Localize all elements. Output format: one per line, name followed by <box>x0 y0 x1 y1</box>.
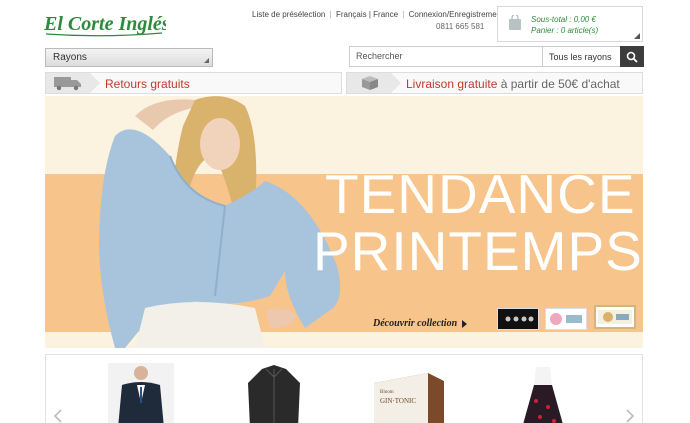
search-scope-select[interactable]: Tous les rayons <box>543 46 620 67</box>
thumbnail-image <box>550 313 582 325</box>
free-returns-text: Retours gratuits <box>105 77 190 91</box>
product-dress-image[interactable] <box>522 363 564 423</box>
search-scope-label: Tous les rayons <box>549 52 612 62</box>
dropdown-corner-icon <box>204 58 209 63</box>
thumbnail-image <box>505 316 534 322</box>
wishlist-link[interactable]: Liste de présélection <box>252 10 325 19</box>
free-delivery-text: Livraison gratuite à partir de 50€ d'ach… <box>406 77 620 91</box>
shopping-bag-icon <box>509 15 521 30</box>
product-suit-image[interactable] <box>108 363 174 423</box>
search-placeholder: Rechercher <box>356 51 403 61</box>
hero-title-line1: TENDANCE <box>325 163 636 225</box>
phone-number: 0811 665 581 <box>436 22 485 31</box>
el-corte-ingles-logo[interactable]: El Corte Inglés <box>44 8 166 38</box>
chevron-left-icon[interactable] <box>54 409 62 423</box>
product-jacket-image[interactable] <box>244 363 304 423</box>
collection-thumbnail[interactable] <box>497 308 539 330</box>
cart-subtotal: Sous-total : 0,00 € <box>531 15 596 24</box>
logo-image: El Corte Inglés <box>44 13 166 37</box>
box-gin-tonic-text: GIN·TONIC <box>380 397 416 405</box>
header-links: Liste de présélection | Français | Franc… <box>252 10 503 19</box>
collection-thumbnail-selected[interactable] <box>594 305 636 329</box>
svg-text:El Corte Inglés: El Corte Inglés <box>44 13 166 35</box>
link-separator: | <box>402 10 405 19</box>
link-separator: | <box>329 10 332 19</box>
model-photo <box>99 96 341 348</box>
search-input[interactable]: Rechercher <box>349 46 543 67</box>
product-carousel: Bloom GIN·TONIC <box>45 354 643 423</box>
free-delivery-banner[interactable]: Livraison gratuite à partir de 50€ d'ach… <box>346 72 643 94</box>
free-delivery-condition: à partir de 50€ d'achat <box>497 77 620 91</box>
login-register-link[interactable]: Connexion/Enregistrement <box>409 10 504 19</box>
thumbnail-image <box>598 310 632 324</box>
free-returns-banner[interactable]: Retours gratuits <box>45 72 342 94</box>
search-button[interactable] <box>620 46 644 67</box>
cart-item-count: Panier : 0 article(s) <box>531 26 599 35</box>
language-country-link[interactable]: Français | France <box>336 10 398 19</box>
corner-arrow-icon <box>634 33 640 39</box>
package-box-icon <box>362 76 378 90</box>
search-icon <box>626 51 638 63</box>
hero-title-line2: PRINTEMPS <box>313 220 643 282</box>
collection-thumbnail[interactable] <box>545 308 587 330</box>
free-delivery-highlight: Livraison gratuite <box>406 77 498 91</box>
departments-label: Rayons <box>53 52 87 63</box>
chevron-right-icon[interactable] <box>626 409 634 423</box>
mini-cart[interactable]: Sous-total : 0,00 € Panier : 0 article(s… <box>497 6 643 42</box>
box-small-text: Bloom <box>380 390 394 395</box>
departments-dropdown[interactable]: Rayons <box>45 48 213 67</box>
delivery-truck-icon <box>54 77 81 91</box>
discover-collection-link[interactable]: Découvrir collection <box>373 318 467 329</box>
promo-icon-box <box>46 73 100 93</box>
hero-banner[interactable]: TENDANCE PRINTEMPS Découvrir collection <box>45 96 643 348</box>
promo-icon-box <box>347 73 401 93</box>
product-gin-tonic-box-image[interactable]: Bloom GIN·TONIC <box>368 363 448 423</box>
